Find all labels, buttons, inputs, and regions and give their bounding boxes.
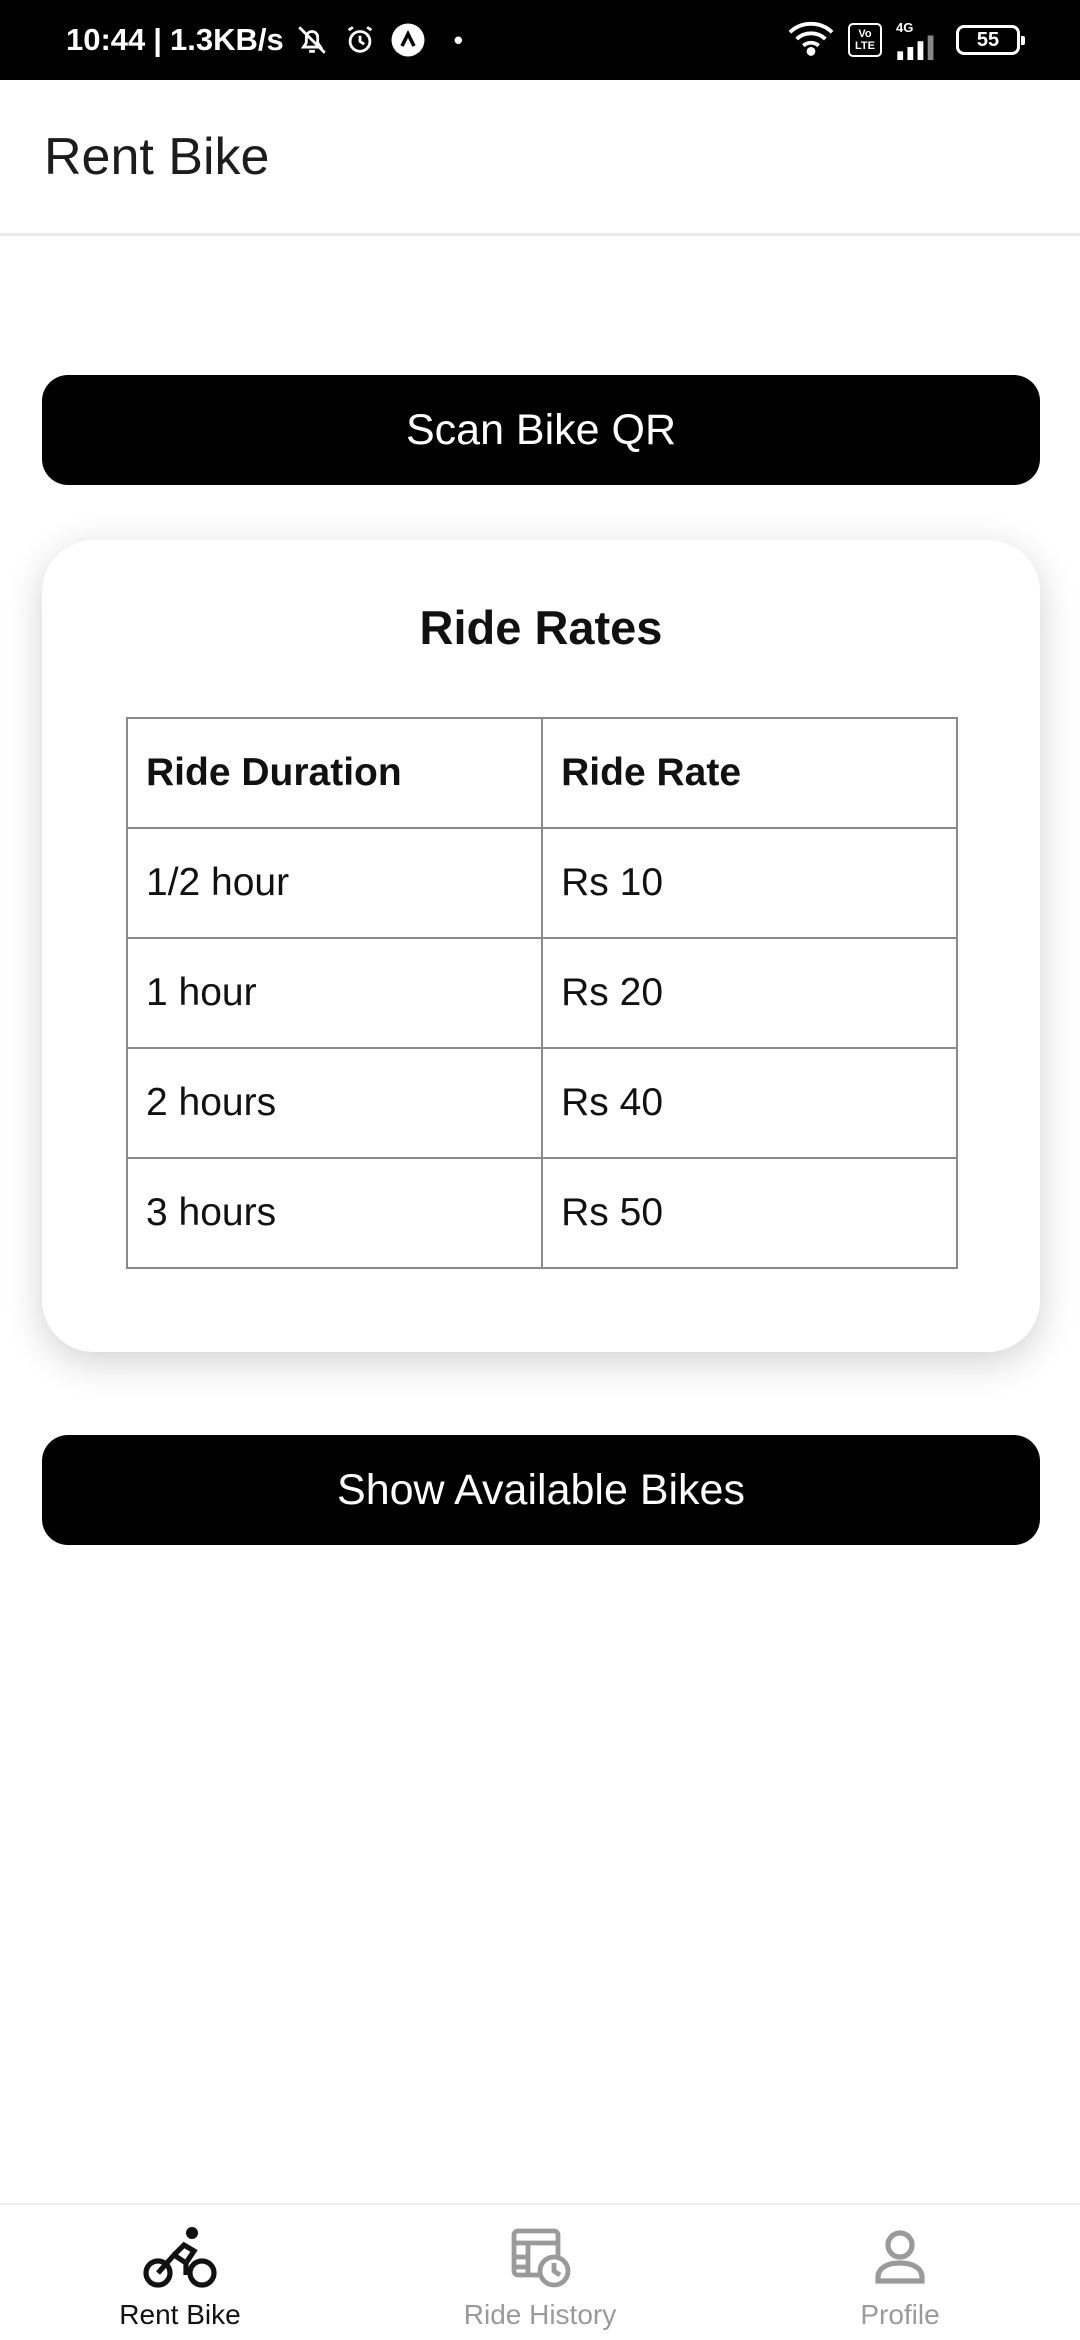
duration-cell: 2 hours (125, 1047, 544, 1159)
rate-cell: Rs 10 (541, 827, 958, 939)
duration-cell: 1 hour (125, 937, 544, 1049)
nav-item-rent-bike[interactable]: Rent Bike (0, 2205, 360, 2340)
battery-level: 55 (976, 28, 1000, 51)
volte-top-text: Vo (858, 28, 872, 40)
status-time: 10:44 (66, 22, 146, 57)
bicycle-icon (140, 2223, 220, 2291)
duration-cell: 3 hours (125, 1157, 544, 1269)
battery-icon: 55 (956, 25, 1025, 55)
table-row: 3 hours Rs 50 (125, 1157, 958, 1269)
status-separator: | (153, 22, 162, 57)
network-type: 4G (896, 19, 914, 35)
header-ride-rate: Ride Rate (541, 717, 958, 829)
status-left: 10:44 | 1.3KB/s • (66, 0, 463, 80)
signal-icon: 4G (896, 21, 942, 60)
header-ride-duration: Ride Duration (125, 717, 544, 829)
wifi-icon (788, 20, 834, 61)
show-available-bikes-button[interactable]: Show Available Bikes (42, 1435, 1040, 1545)
ride-rates-table: Ride Duration Ride Rate 1/2 hour Rs 10 1… (125, 717, 958, 1269)
volte-icon: Vo LTE (848, 23, 882, 57)
rate-cell: Rs 50 (541, 1157, 958, 1269)
table-row: 1 hour Rs 20 (125, 937, 958, 1049)
table-row: 2 hours Rs 40 (125, 1047, 958, 1159)
history-icon (500, 2223, 580, 2291)
nav-item-ride-history[interactable]: Ride History (360, 2205, 720, 2340)
app-bar: Rent Bike (0, 80, 1080, 236)
status-right: Vo LTE 4G 55 (788, 0, 1025, 80)
status-bar: 10:44 | 1.3KB/s • Vo LTE 4G 55 (0, 0, 1080, 80)
alarm-icon (340, 20, 380, 60)
volte-bottom-text: LTE (855, 40, 875, 52)
duration-cell: 1/2 hour (125, 827, 544, 939)
table-header-row: Ride Duration Ride Rate (125, 717, 958, 829)
status-dot: • (453, 24, 463, 55)
nav-label-rent-bike: Rent Bike (119, 2299, 241, 2330)
scan-bike-qr-button[interactable]: Scan Bike QR (42, 375, 1040, 485)
page-title: Rent Bike (44, 128, 270, 186)
nav-item-profile[interactable]: Profile (720, 2205, 1080, 2340)
table-row: 1/2 hour Rs 10 (125, 827, 958, 939)
ride-rates-card: Ride Rates Ride Duration Ride Rate 1/2 h… (42, 540, 1040, 1352)
rate-cell: Rs 20 (541, 937, 958, 1049)
nav-label-profile: Profile (860, 2299, 940, 2330)
nav-label-ride-history: Ride History (463, 2299, 617, 2330)
rate-cell: Rs 40 (541, 1047, 958, 1159)
person-icon (860, 2223, 940, 2291)
card-title: Ride Rates (419, 601, 663, 654)
muted-bell-icon (292, 20, 332, 60)
status-speed: 1.3KB/s (169, 22, 284, 57)
bottom-navigation: Rent Bike Ride History Profile (0, 2203, 1080, 2340)
app-notification-icon (388, 20, 428, 60)
